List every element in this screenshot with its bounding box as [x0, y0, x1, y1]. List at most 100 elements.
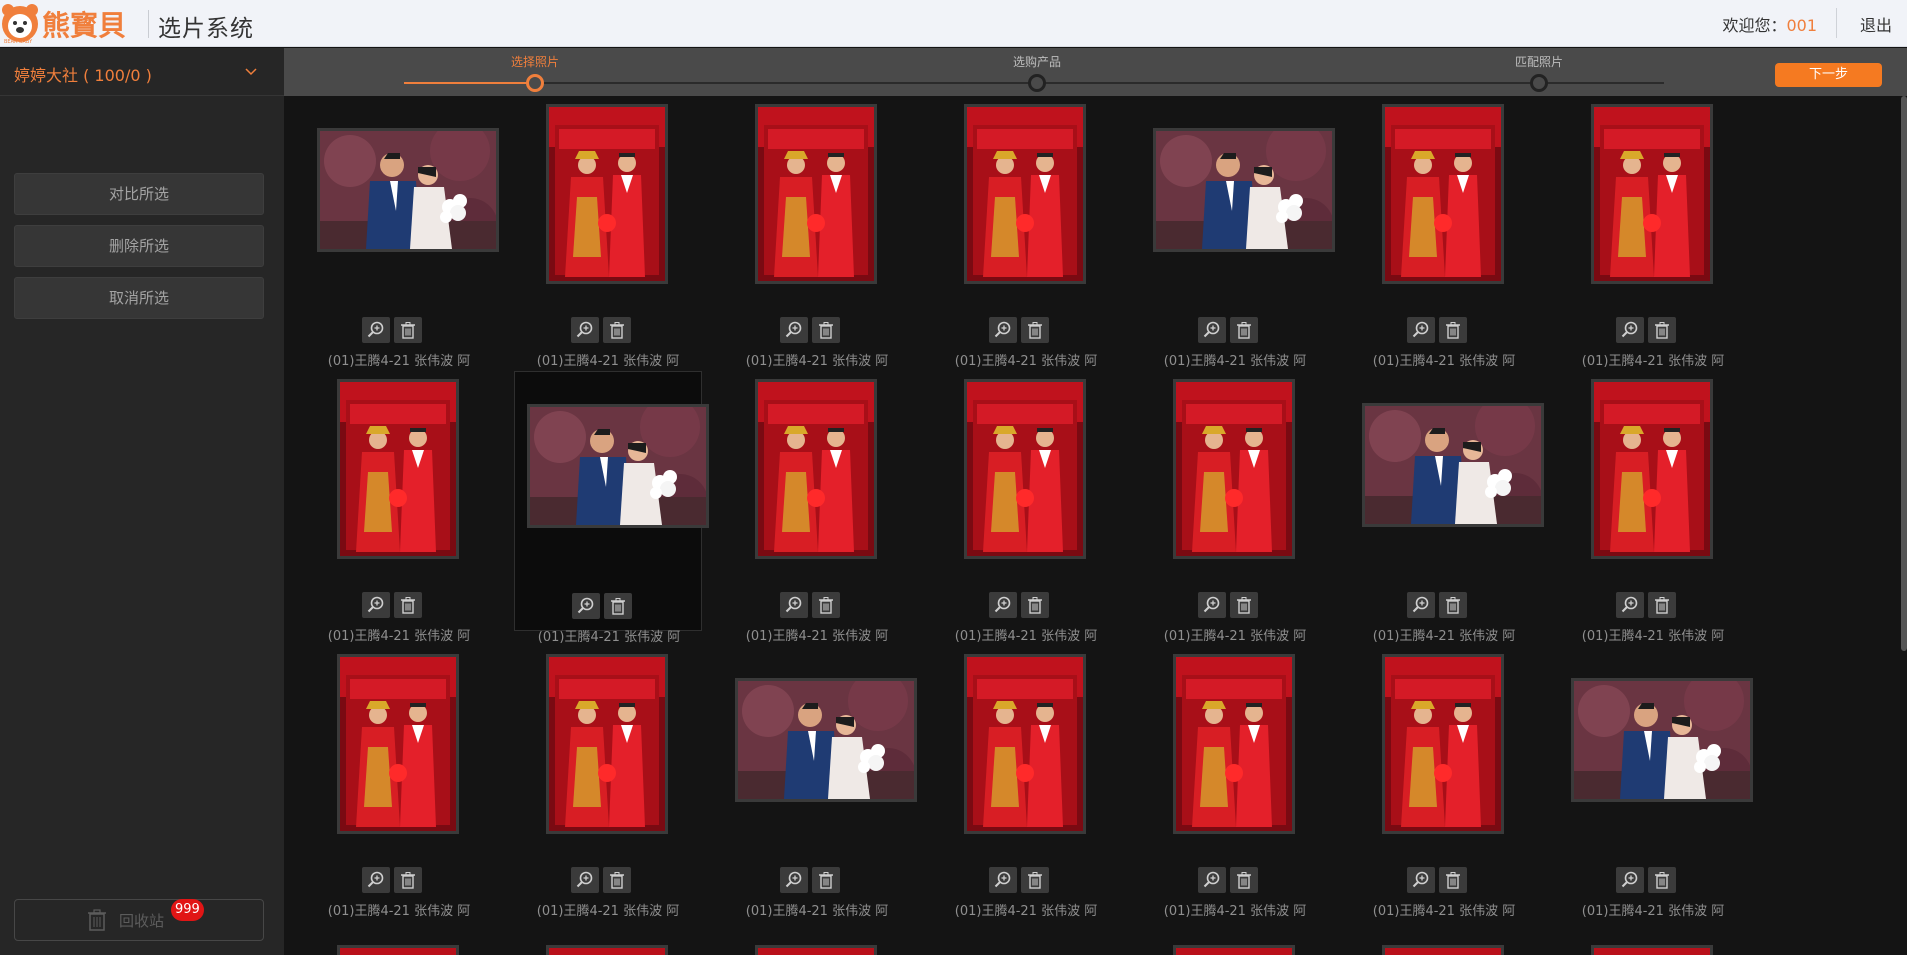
photo-thumbnail[interactable] [1571, 678, 1753, 802]
zoom-button[interactable] [362, 317, 390, 343]
photo-card[interactable]: (01)王腾4-21 张伟波 阿 [932, 96, 1120, 369]
photo-card[interactable]: (01)王腾4-21 张伟波 阿 [723, 646, 917, 919]
zoom-button[interactable] [571, 317, 599, 343]
zoom-button[interactable] [1616, 317, 1644, 343]
photo-card[interactable]: (01)王腾4-21 张伟波 阿 [514, 96, 702, 369]
next-step-button[interactable]: 下一步 [1775, 63, 1882, 87]
delete-photo-button[interactable] [1648, 317, 1676, 343]
step-buy-products[interactable]: 选购产品 [977, 53, 1097, 70]
cancel-selected-button[interactable]: 取消所选 [14, 277, 264, 319]
photo-thumbnail[interactable] [1591, 104, 1713, 284]
photo-thumbnail-partial[interactable] [1591, 945, 1713, 955]
step-dot-match-photos[interactable] [1530, 74, 1548, 92]
zoom-button[interactable] [1407, 317, 1435, 343]
photo-card[interactable]: (01)王腾4-21 张伟波 阿 [1141, 646, 1329, 919]
delete-photo-button[interactable] [1230, 867, 1258, 893]
photo-card[interactable]: (01)王腾4-21 张伟波 阿 [1350, 646, 1538, 919]
delete-photo-button[interactable] [394, 317, 422, 343]
photo-thumbnail[interactable] [964, 379, 1086, 559]
zoom-button[interactable] [572, 593, 600, 619]
delete-photo-button[interactable] [812, 592, 840, 618]
photo-thumbnail[interactable] [337, 654, 459, 834]
zoom-button[interactable] [362, 592, 390, 618]
step-dot-buy-products[interactable] [1028, 74, 1046, 92]
zoom-button[interactable] [780, 317, 808, 343]
zoom-button[interactable] [1198, 867, 1226, 893]
zoom-button[interactable] [989, 867, 1017, 893]
recycle-bin-button[interactable]: 回收站 999 [14, 899, 264, 941]
zoom-button[interactable] [362, 867, 390, 893]
photo-thumbnail[interactable] [755, 379, 877, 559]
photo-thumbnail-partial[interactable] [337, 945, 459, 955]
logout-link[interactable]: 退出 [1860, 12, 1892, 36]
photo-thumbnail[interactable] [1173, 379, 1295, 559]
photo-card[interactable]: (01)王腾4-21 张伟波 阿 [723, 96, 911, 369]
photo-thumbnail[interactable] [1153, 128, 1335, 252]
photo-thumbnail[interactable] [546, 104, 668, 284]
delete-photo-button[interactable] [1439, 867, 1467, 893]
studio-selector[interactable]: 婷婷大社 ( 100/0 ) [0, 48, 284, 96]
photo-thumbnail[interactable] [735, 678, 917, 802]
photo-thumbnail[interactable] [1362, 403, 1544, 527]
photo-thumbnail[interactable] [1591, 379, 1713, 559]
delete-photo-button[interactable] [1230, 317, 1258, 343]
delete-photo-button[interactable] [603, 317, 631, 343]
delete-photo-button[interactable] [394, 867, 422, 893]
zoom-button[interactable] [1407, 592, 1435, 618]
step-dot-select-photos[interactable] [526, 74, 544, 92]
photo-card[interactable]: (01)王腾4-21 张伟波 阿 [723, 371, 911, 644]
step-select-photos[interactable]: 选择照片 [475, 53, 595, 70]
photo-card[interactable]: (01)王腾4-21 张伟波 阿 [1350, 96, 1538, 369]
photo-thumbnail[interactable] [1173, 654, 1295, 834]
zoom-button[interactable] [989, 592, 1017, 618]
photo-card[interactable]: (01)王腾4-21 张伟波 阿 [305, 371, 493, 644]
photo-card[interactable]: (01)王腾4-21 张伟波 阿 [932, 371, 1120, 644]
zoom-button[interactable] [1198, 592, 1226, 618]
delete-photo-button[interactable] [812, 317, 840, 343]
zoom-button[interactable] [1616, 592, 1644, 618]
delete-selected-button[interactable]: 删除所选 [14, 225, 264, 267]
compare-selected-button[interactable]: 对比所选 [14, 173, 264, 215]
photo-card[interactable]: (01)王腾4-21 张伟波 阿 [1559, 371, 1747, 644]
delete-photo-button[interactable] [1021, 867, 1049, 893]
zoom-button[interactable] [780, 592, 808, 618]
photo-thumbnail-partial[interactable] [755, 945, 877, 955]
photo-thumbnail[interactable] [964, 104, 1086, 284]
delete-photo-button[interactable] [1439, 317, 1467, 343]
zoom-button[interactable] [1616, 867, 1644, 893]
delete-photo-button[interactable] [1439, 592, 1467, 618]
photo-card[interactable]: (01)王腾4-21 张伟波 阿 [1559, 96, 1747, 369]
delete-photo-button[interactable] [1230, 592, 1258, 618]
delete-photo-button[interactable] [394, 592, 422, 618]
delete-photo-button[interactable] [1648, 867, 1676, 893]
delete-photo-button[interactable] [603, 867, 631, 893]
delete-photo-button[interactable] [604, 593, 632, 619]
photo-card[interactable]: (01)王腾4-21 张伟波 阿 [514, 646, 702, 919]
photo-thumbnail-partial[interactable] [546, 945, 668, 955]
photo-card[interactable]: (01)王腾4-21 张伟波 阿 [1141, 371, 1329, 644]
zoom-button[interactable] [989, 317, 1017, 343]
photo-card[interactable]: (01)王腾4-21 张伟波 阿 [1350, 371, 1544, 644]
photo-thumbnail[interactable] [1382, 104, 1504, 284]
photo-thumbnail[interactable] [337, 379, 459, 559]
photo-thumbnail[interactable] [1382, 654, 1504, 834]
delete-photo-button[interactable] [1648, 592, 1676, 618]
delete-photo-button[interactable] [1021, 592, 1049, 618]
photo-card[interactable]: (01)王腾4-21 张伟波 阿 [305, 646, 493, 919]
photo-thumbnail-partial[interactable] [1173, 945, 1295, 955]
zoom-button[interactable] [1198, 317, 1226, 343]
photo-thumbnail[interactable] [546, 654, 668, 834]
delete-photo-button[interactable] [1021, 317, 1049, 343]
step-match-photos[interactable]: 匹配照片 [1479, 53, 1599, 70]
zoom-button[interactable] [780, 867, 808, 893]
photo-card[interactable]: (01)王腾4-21 张伟波 阿 [1141, 96, 1335, 369]
grid-scrollbar[interactable] [1901, 96, 1907, 651]
photo-thumbnail[interactable] [317, 128, 499, 252]
photo-thumbnail[interactable] [964, 654, 1086, 834]
photo-card[interactable]: (01)王腾4-21 张伟波 阿 [514, 371, 709, 645]
photo-thumbnail[interactable] [755, 104, 877, 284]
zoom-button[interactable] [1407, 867, 1435, 893]
photo-thumbnail-partial[interactable] [1382, 945, 1504, 955]
photo-card[interactable]: (01)王腾4-21 张伟波 阿 [932, 646, 1120, 919]
photo-card[interactable]: (01)王腾4-21 张伟波 阿 [305, 96, 499, 369]
